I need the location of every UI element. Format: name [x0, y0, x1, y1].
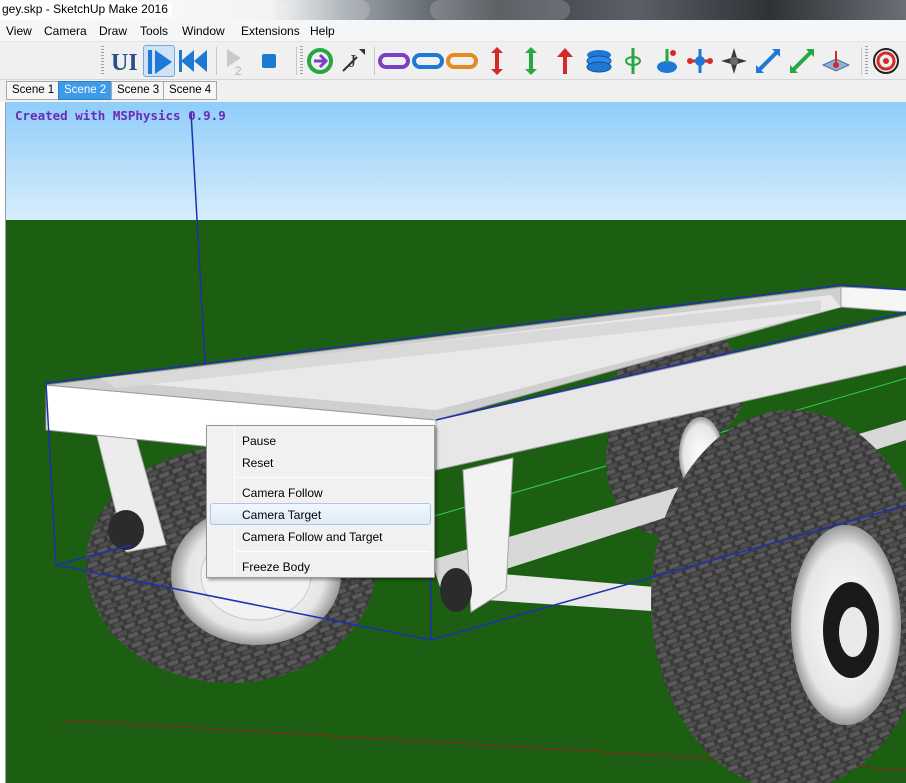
tab-scene-2[interactable]: Scene 2	[58, 81, 113, 100]
title-bar-glare	[280, 0, 370, 20]
connect-purple-icon	[378, 53, 410, 69]
tab-scene-3[interactable]: Scene 3	[111, 81, 166, 100]
piston-icon	[625, 48, 641, 74]
menu-item-camera-follow[interactable]: Camera Follow	[210, 481, 431, 503]
title-bar: gey.skp - SketchUp Make 2016	[0, 0, 906, 20]
bushing-center	[440, 568, 472, 612]
menu-extensions[interactable]: Extensions	[241, 24, 300, 38]
menu-item-camera-target[interactable]: Camera Target	[210, 503, 431, 525]
menu-item-pause[interactable]: Pause	[210, 429, 431, 451]
menu-tools[interactable]: Tools	[140, 24, 168, 38]
thruster-button[interactable]	[549, 45, 581, 77]
universal-joint-button[interactable]	[684, 45, 716, 77]
ui-toggle-icon[interactable]: UI	[108, 45, 140, 77]
joint-connect-button[interactable]: J	[337, 45, 369, 77]
menu-camera[interactable]: Camera	[44, 24, 87, 38]
slider-green-icon	[525, 47, 537, 75]
universal-joint-icon	[687, 49, 713, 73]
up-vector-green-icon	[790, 49, 814, 73]
window-title: gey.skp - SketchUp Make 2016	[2, 2, 172, 17]
menu-help[interactable]: Help	[310, 24, 335, 38]
ball-joint-icon	[873, 48, 899, 74]
model-viewport[interactable]: Created with MSPhysics 0.9.9	[5, 102, 906, 783]
rewind-icon	[179, 50, 207, 72]
play-icon	[148, 50, 172, 74]
body-context-menu: Pause Reset Camera Follow Camera Target …	[206, 425, 435, 578]
stop-icon	[262, 54, 276, 68]
scene-render	[6, 102, 906, 783]
connect-orange-button[interactable]	[446, 45, 478, 77]
connect-blue-icon	[412, 53, 444, 69]
joint-connect-icon: J	[342, 49, 365, 72]
toolbar-grip[interactable]	[101, 46, 104, 76]
plane-button[interactable]	[820, 45, 852, 77]
ui-label: UI	[111, 50, 138, 76]
msphysics-toolbar: UI 2 J	[0, 42, 906, 80]
menu-separator	[237, 477, 430, 478]
up-vector-blue-button[interactable]	[752, 45, 784, 77]
toggle-joint-button[interactable]	[304, 45, 336, 77]
toolbar-separator	[296, 47, 297, 75]
menu-view[interactable]: View	[6, 24, 32, 38]
menu-item-reset[interactable]: Reset	[210, 451, 431, 473]
spring-icon	[586, 50, 612, 73]
menu-item-freeze-body[interactable]: Freeze Body	[210, 555, 431, 577]
scene-tabs: Scene 1 Scene 2 Scene 3 Scene 4	[0, 80, 906, 102]
toolbar-separator	[374, 47, 375, 75]
toolbar-grip[interactable]	[300, 46, 303, 76]
toolbar-separator	[861, 47, 862, 75]
toggle-joint-icon	[307, 48, 333, 74]
slider-green-button[interactable]	[515, 45, 547, 77]
menu-draw[interactable]: Draw	[99, 24, 127, 38]
toolbar-grip[interactable]	[865, 46, 868, 76]
msphysics-watermark: Created with MSPhysics 0.9.9	[15, 108, 226, 123]
hinge-icon	[657, 49, 677, 73]
piston-button[interactable]	[617, 45, 649, 77]
fixed-joint-icon	[721, 48, 747, 74]
play-button[interactable]	[143, 45, 175, 77]
up-vector-green-button[interactable]	[786, 45, 818, 77]
menu-item-camera-follow-and-target[interactable]: Camera Follow and Target	[210, 525, 431, 547]
spring-button[interactable]	[583, 45, 615, 77]
connect-blue-button[interactable]	[412, 45, 444, 77]
menu-separator	[237, 551, 430, 552]
ball-joint-button[interactable]	[870, 45, 902, 77]
sketchup-window: gey.skp - SketchUp Make 2016 View Camera…	[0, 0, 906, 783]
rewind-button[interactable]	[178, 45, 210, 77]
slider-red-button[interactable]	[481, 45, 513, 77]
connect-purple-button[interactable]	[378, 45, 410, 77]
plane-icon	[821, 51, 851, 72]
svg-text:2: 2	[235, 64, 242, 77]
hinge-button[interactable]	[651, 45, 683, 77]
svg-text:J: J	[349, 51, 356, 71]
menu-window[interactable]: Window	[182, 24, 225, 38]
title-bar-glare	[430, 0, 570, 20]
slider-red-icon	[491, 47, 503, 75]
record-icon: 2	[227, 49, 242, 77]
connect-orange-icon	[446, 53, 478, 69]
bushing-left	[108, 510, 144, 550]
up-vector-blue-icon	[756, 49, 780, 73]
thruster-icon	[557, 48, 573, 74]
toolbar-separator	[216, 47, 217, 75]
menu-bar: View Camera Draw Tools Window Extensions…	[0, 20, 906, 42]
record-button[interactable]: 2	[221, 45, 253, 77]
fixed-joint-button[interactable]	[718, 45, 750, 77]
hub-center-right	[839, 607, 867, 657]
tab-scene-1[interactable]: Scene 1	[6, 81, 61, 100]
stop-button[interactable]	[253, 45, 285, 77]
tab-scene-4[interactable]: Scene 4	[163, 81, 218, 100]
